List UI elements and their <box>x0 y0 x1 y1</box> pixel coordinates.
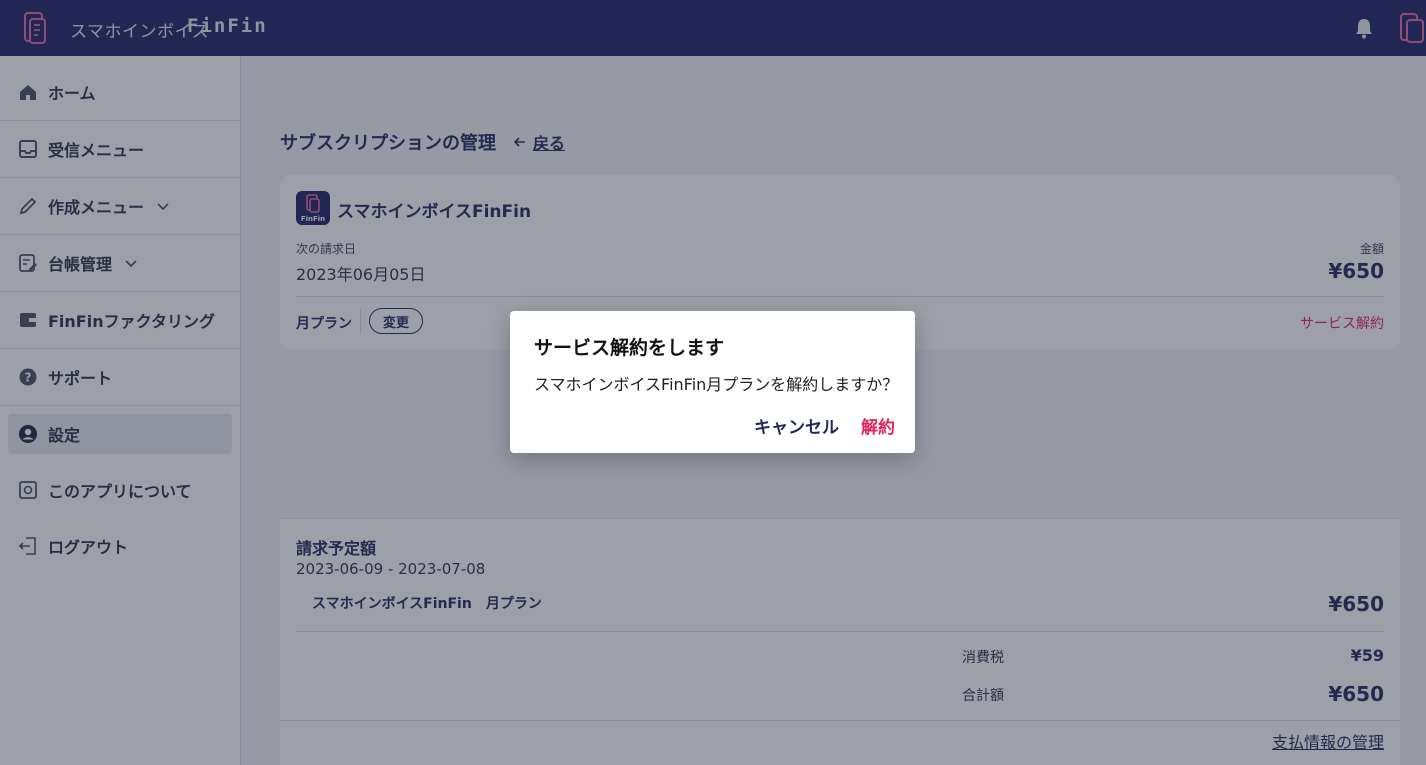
cancel-confirm-dialog: サービス解約をします スマホインボイスFinFin月プランを解約しますか？ キャ… <box>510 311 915 453</box>
dialog-title: サービス解約をします <box>534 337 725 359</box>
dialog-confirm-button[interactable]: 解約 <box>861 413 895 438</box>
dialog-message: スマホインボイスFinFin月プランを解約しますか？ <box>534 375 899 394</box>
dialog-cancel-button[interactable]: キャンセル <box>754 413 839 438</box>
